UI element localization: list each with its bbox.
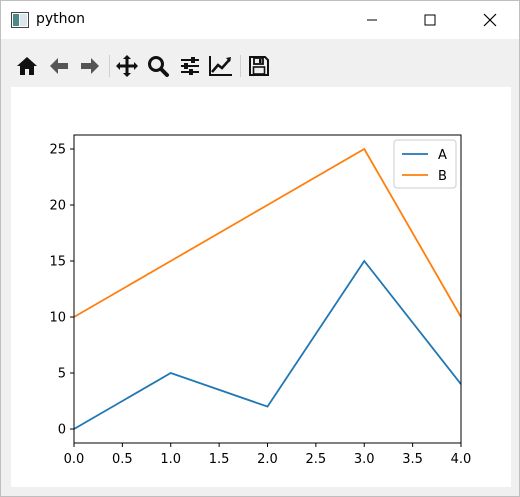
close-icon (483, 13, 497, 27)
navigation-toolbar (1, 39, 519, 87)
edit-axis-icon (209, 56, 232, 76)
home-icon (17, 57, 37, 75)
series-line-a (73, 259, 462, 430)
x-tick-label: 1.5 (209, 452, 230, 467)
forward-arrow-icon (81, 58, 99, 74)
home-button[interactable] (14, 53, 40, 79)
y-tick-label: 5 (58, 367, 66, 382)
x-tick-label: 2.0 (257, 452, 278, 467)
legend-label-a: A (438, 148, 447, 163)
y-tick-label: 20 (49, 199, 66, 214)
x-tick-label: 3.0 (354, 452, 375, 467)
x-tick-label: 1.0 (160, 452, 181, 467)
window-title: python (36, 11, 85, 27)
toolbar-separator (240, 55, 241, 77)
save-button[interactable] (246, 53, 272, 79)
close-button[interactable] (461, 1, 519, 39)
minimize-button[interactable] (343, 1, 401, 39)
x-tick-label: 0.5 (112, 452, 133, 467)
legend-label-b: B (438, 169, 447, 184)
y-tick-label: 15 (49, 255, 66, 270)
x-tick-label: 2.5 (306, 452, 327, 467)
python-app-icon (11, 12, 29, 28)
zoom-button[interactable] (145, 53, 171, 79)
x-tick-label: 4.0 (451, 452, 472, 467)
pan-button[interactable] (114, 53, 140, 79)
zoom-icon (148, 56, 169, 77)
forward-button[interactable] (77, 53, 103, 79)
edit-axis-button[interactable] (208, 53, 234, 79)
maximize-button[interactable] (401, 1, 459, 39)
configure-subplots-icon (181, 57, 199, 75)
y-tick-label: 25 (49, 143, 66, 158)
y-tick-label: 0 (58, 423, 66, 438)
line-chart: 0.0 0.5 1.0 1.5 2.0 2.5 3.0 3.5 4.0 0 5 10 15 20 25 AB (49, 134, 472, 467)
title-bar[interactable]: python (1, 1, 519, 39)
toolbar-separator (109, 55, 110, 77)
back-arrow-icon (50, 58, 68, 74)
x-tick-label: 0.0 (64, 452, 85, 467)
minimize-icon (367, 19, 377, 21)
figure-canvas[interactable]: 0.0 0.5 1.0 1.5 2.0 2.5 3.0 3.5 4.0 0 5 10 15 20 25 A B (11, 87, 511, 487)
back-button[interactable] (46, 53, 72, 79)
x-tick-label: 3.5 (402, 452, 423, 467)
maximize-icon (424, 14, 436, 26)
y-tick-label: 10 (49, 311, 66, 326)
configure-subplots-button[interactable] (177, 53, 203, 79)
pan-icon (116, 55, 138, 77)
app-window: python 0.0 0.5 1.0 1.5 2.0 2.5 3.0 3.5 4… (0, 0, 520, 497)
save-icon (249, 56, 269, 76)
